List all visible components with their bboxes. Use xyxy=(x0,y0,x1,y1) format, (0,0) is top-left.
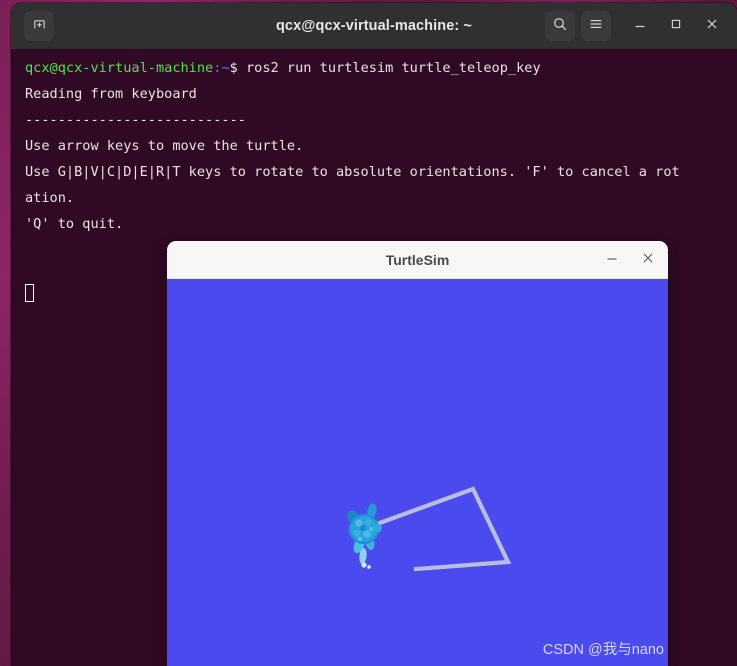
turtlesim-canvas[interactable]: CSDN @我与nano xyxy=(167,279,668,666)
terminal-maximize-button[interactable] xyxy=(659,9,693,43)
terminal-close-button[interactable] xyxy=(695,9,729,43)
turtlesim-minimize-button[interactable] xyxy=(602,250,622,270)
turtlesim-window: TurtleSim CSDN @我与nano xyxy=(167,241,668,666)
watermark-text: CSDN @我与nano xyxy=(542,642,664,658)
turtle-sprite xyxy=(347,503,382,569)
turtle-scene xyxy=(347,486,512,572)
new-tab-icon xyxy=(32,17,47,36)
minimize-icon xyxy=(604,250,620,270)
turtlesim-window-title: TurtleSim xyxy=(385,251,450,268)
prompt-sigil: $ xyxy=(229,60,238,76)
terminal-output-line: 'Q' to quit. xyxy=(25,216,124,232)
turtlesim-titlebar[interactable]: TurtleSim xyxy=(167,241,668,279)
prompt-path: ~ xyxy=(221,60,230,76)
terminal-menu-button[interactable] xyxy=(581,11,611,41)
maximize-icon xyxy=(668,16,684,36)
prompt-command: ros2 run turtlesim turtle_teleop_key xyxy=(237,60,541,76)
terminal-output-line: ation. xyxy=(25,190,75,206)
search-icon xyxy=(552,16,568,36)
minimize-icon xyxy=(632,16,648,36)
hamburger-menu-icon xyxy=(588,16,604,36)
terminal-output-line: Use arrow keys to move the turtle. xyxy=(25,138,304,154)
close-icon xyxy=(704,16,720,36)
terminal-output-line: --------------------------- xyxy=(25,112,246,128)
prompt-user-host: qcx@qcx-virtual-machine xyxy=(25,60,214,76)
terminal-output-line: Reading from keyboard xyxy=(25,86,197,102)
terminal-output-line: Use G|B|V|C|D|E|R|T keys to rotate to ab… xyxy=(25,164,680,180)
terminal-titlebar[interactable]: qcx@qcx-virtual-machine: ~ xyxy=(11,3,737,49)
turtlesim-close-button[interactable] xyxy=(638,250,658,270)
terminal-minimize-button[interactable] xyxy=(623,9,657,43)
terminal-cursor xyxy=(25,284,34,302)
terminal-search-button[interactable] xyxy=(545,11,575,41)
new-tab-button[interactable] xyxy=(24,11,54,41)
turtle-path-trail xyxy=(360,486,512,572)
close-icon xyxy=(640,250,656,270)
terminal-prompt-line: qcx@qcx-virtual-machine:~$ ros2 run turt… xyxy=(25,55,737,81)
